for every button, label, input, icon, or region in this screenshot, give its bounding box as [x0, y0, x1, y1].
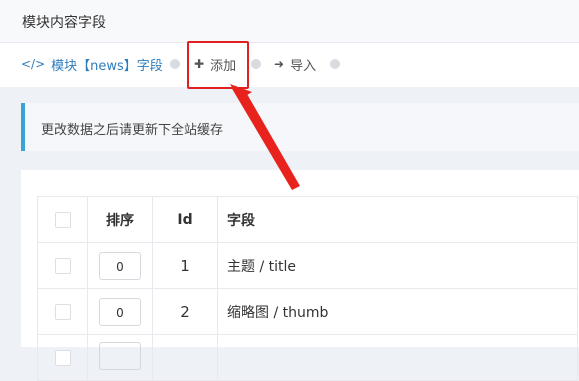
- import-button-label: 导入: [290, 58, 317, 74]
- highlight-annotation-box: [187, 41, 249, 89]
- notice-text: 更改数据之后请更新下全站缓存: [41, 123, 224, 138]
- import-button[interactable]: ➜ 导入: [274, 55, 317, 74]
- row-checkbox[interactable]: [54, 303, 71, 320]
- title-bar: 模块内容字段: [0, 0, 579, 43]
- fields-table: 排序 Id 字段 0 1 主题 / title 0 2 缩略图 / thumb: [37, 196, 578, 381]
- row-field-name[interactable]: [217, 334, 578, 381]
- separator-dot: [330, 59, 340, 69]
- table-row: 0 1 主题 / title: [37, 242, 578, 289]
- row-checkbox[interactable]: [54, 349, 71, 366]
- row-id: 2: [152, 288, 218, 335]
- separator-dot: [170, 59, 180, 69]
- nav-bar: </> 模块【news】字段 ✚ 添加 ➜ 导入: [0, 43, 579, 87]
- select-all-checkbox[interactable]: [54, 211, 71, 228]
- fields-panel: 排序 Id 字段 0 1 主题 / title 0 2 缩略图 / thumb: [21, 170, 579, 381]
- table-header-row: 排序 Id 字段: [37, 196, 578, 243]
- row-field-name[interactable]: 缩略图 / thumb: [217, 288, 578, 335]
- row-id: 1: [152, 242, 218, 289]
- sort-header[interactable]: 排序: [87, 196, 153, 243]
- sign-in-icon: ➜: [274, 57, 285, 71]
- separator-dot: [251, 59, 261, 69]
- table-row: [37, 334, 578, 381]
- table-row: 0 2 缩略图 / thumb: [37, 288, 578, 335]
- row-field-name[interactable]: 主题 / title: [217, 242, 578, 289]
- sort-order-input[interactable]: 0: [99, 251, 141, 280]
- sort-order-input[interactable]: [99, 341, 141, 370]
- sort-order-input[interactable]: 0: [99, 297, 141, 326]
- page-title: 模块内容字段: [22, 15, 106, 31]
- row-id: [152, 334, 218, 381]
- row-checkbox[interactable]: [54, 257, 71, 274]
- select-all-cell: [37, 196, 88, 243]
- nav-module-fields-label: 模块【news】字段: [51, 58, 163, 74]
- code-icon: </>: [21, 57, 46, 71]
- nav-module-fields[interactable]: </> 模块【news】字段: [21, 55, 163, 74]
- id-header[interactable]: Id: [152, 196, 218, 243]
- notice-callout: 更改数据之后请更新下全站缓存: [21, 103, 579, 151]
- field-header[interactable]: 字段: [217, 196, 578, 243]
